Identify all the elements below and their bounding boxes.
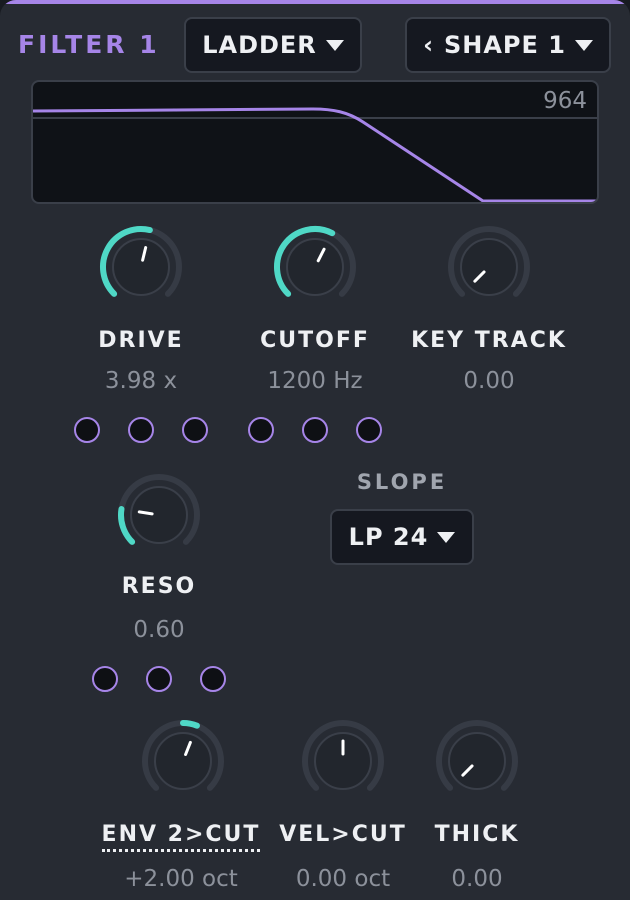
filter-type-label: LADDER (202, 31, 317, 59)
cutoff-value[interactable]: 1200 Hz (236, 368, 394, 394)
vel-cut-label: VEL>CUT (279, 822, 407, 847)
slope-label: SLOPE (356, 470, 448, 494)
mod-slot[interactable] (146, 666, 172, 692)
mod-slot[interactable] (92, 666, 118, 692)
vel-cut-knob[interactable] (300, 718, 386, 808)
filter-title: FILTER 1 (18, 30, 160, 59)
vel-cut-value[interactable]: 0.00 oct (266, 866, 420, 892)
cutoff-knob[interactable] (272, 224, 358, 314)
panel-accent-line (0, 0, 630, 4)
slope-value: LP 24 (348, 523, 429, 551)
filter-response-curve (33, 107, 597, 202)
mod-slot[interactable] (356, 417, 382, 443)
filter-type-dropdown[interactable]: LADDER (184, 17, 362, 73)
thick-label: THICK (434, 822, 520, 847)
slope-dropdown[interactable]: LP 24 (330, 509, 474, 565)
shape-label: SHAPE 1 (443, 31, 566, 59)
mod-slot[interactable] (128, 417, 154, 443)
chevron-down-icon (437, 531, 456, 543)
mod-slot[interactable] (302, 417, 328, 443)
cutoff-label: CUTOFF (260, 328, 370, 353)
filter-response-display[interactable]: 964 (31, 80, 599, 204)
mod-slot[interactable] (200, 666, 226, 692)
env2-cut-knob[interactable] (140, 718, 226, 808)
mod-slot[interactable] (182, 417, 208, 443)
drive-knob[interactable] (98, 224, 184, 314)
shape-dropdown[interactable]: ‹ SHAPE 1 (405, 17, 611, 73)
key-track-label: KEY TRACK (411, 328, 567, 353)
thick-value[interactable]: 0.00 (418, 866, 536, 892)
reso-label: RESO (121, 574, 197, 599)
drive-label: DRIVE (98, 328, 184, 353)
reso-knob[interactable] (116, 472, 202, 562)
key-track-value[interactable]: 0.00 (404, 368, 574, 394)
chevron-down-icon (574, 39, 593, 51)
thick-knob[interactable] (434, 718, 520, 808)
chevron-down-icon (325, 39, 344, 51)
filter-panel: FILTER 1 LADDER ‹ SHAPE 1 964 DRIVE 3.98… (0, 0, 630, 900)
mod-slot[interactable] (248, 417, 274, 443)
env2-cut-value[interactable]: +2.00 oct (96, 866, 266, 892)
chevron-left-icon[interactable]: ‹ (423, 31, 434, 59)
env2-cut-label: ENV 2>CUT (96, 822, 266, 852)
drive-value[interactable]: 3.98 x (72, 368, 210, 394)
mod-slot[interactable] (74, 417, 100, 443)
reso-value[interactable]: 0.60 (90, 617, 228, 643)
display-frequency-value: 964 (543, 88, 587, 114)
key-track-knob[interactable] (446, 224, 532, 314)
